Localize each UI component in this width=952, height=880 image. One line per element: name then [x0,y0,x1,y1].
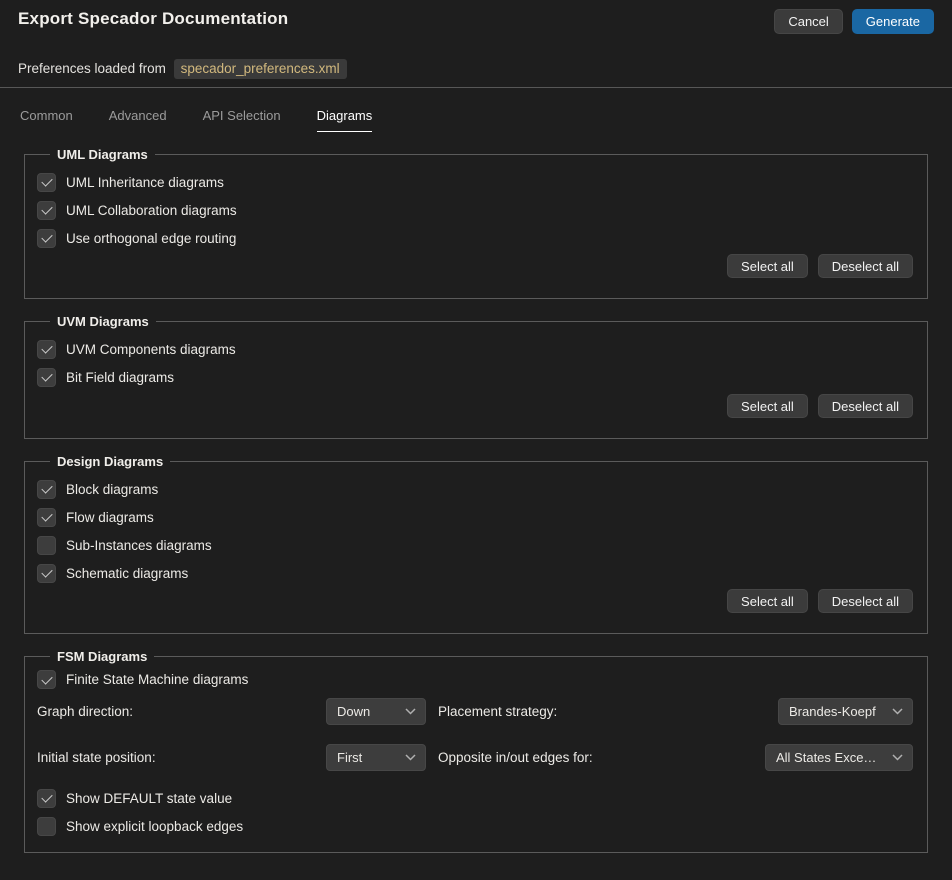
checkbox-sub-instances-diagrams[interactable] [37,536,56,555]
section-uvm-diagrams: UVM Diagrams UVM Components diagrams Bit… [24,314,928,439]
checkbox-row-schematic[interactable]: Schematic diagrams [37,559,913,587]
checkbox-row-block[interactable]: Block diagrams [37,475,913,503]
checkbox-row-orthogonal-routing[interactable]: Use orthogonal edge routing [37,224,913,252]
checkbox-row-fsm[interactable]: Finite State Machine diagrams [37,670,913,689]
checkbox-bit-field[interactable] [37,368,56,387]
checkbox-label: Flow diagrams [66,510,154,525]
checkbox-label: UML Inheritance diagrams [66,175,224,190]
placement-strategy-label: Placement strategy: [438,704,557,719]
fsm-options-row-2: Initial state position: First Opposite i… [37,744,913,771]
checkbox-label: Bit Field diagrams [66,370,174,385]
initial-state-position-label: Initial state position: [37,750,326,765]
checkbox-row-uml-collaboration[interactable]: UML Collaboration diagrams [37,196,913,224]
checkbox-flow-diagrams[interactable] [37,508,56,527]
uml-button-row: Select all Deselect all [37,254,913,278]
preferences-line: Preferences loaded from specador_prefere… [0,34,952,76]
tab-advanced[interactable]: Advanced [109,108,167,132]
select-value: Down [337,704,370,719]
checkbox-label: Finite State Machine diagrams [66,672,248,687]
uml-select-all-button[interactable]: Select all [727,254,808,278]
checkbox-label: Block diagrams [66,482,158,497]
checkbox-orthogonal-routing[interactable] [37,229,56,248]
checkbox-schematic-diagrams[interactable] [37,564,56,583]
checkbox-row-show-loopback-edges[interactable]: Show explicit loopback edges [37,812,913,840]
select-value: First [337,750,362,765]
section-uml-diagrams: UML Diagrams UML Inheritance diagrams UM… [24,147,928,299]
checkbox-show-loopback-edges[interactable] [37,817,56,836]
uml-deselect-all-button[interactable]: Deselect all [818,254,913,278]
page-title: Export Specador Documentation [18,9,288,29]
graph-direction-select[interactable]: Down [326,698,426,725]
checkbox-uml-inheritance[interactable] [37,173,56,192]
section-uvm-title: UVM Diagrams [50,314,156,329]
graph-direction-label: Graph direction: [37,704,326,719]
checkbox-label: UVM Components diagrams [66,342,236,357]
uvm-select-all-button[interactable]: Select all [727,394,808,418]
checkbox-row-sub-instances[interactable]: Sub-Instances diagrams [37,531,913,559]
checkbox-show-default-state[interactable] [37,789,56,808]
checkbox-label: Schematic diagrams [66,566,188,581]
chevron-down-icon [405,754,416,761]
checkbox-row-bit-field[interactable]: Bit Field diagrams [37,363,913,391]
checkbox-uml-collaboration[interactable] [37,201,56,220]
design-select-all-button[interactable]: Select all [727,589,808,613]
tab-bar: Common Advanced API Selection Diagrams [0,88,952,132]
opposite-edges-select[interactable]: All States Exce… [765,744,913,771]
checkbox-row-uml-inheritance[interactable]: UML Inheritance diagrams [37,168,913,196]
checkbox-row-show-default-state[interactable]: Show DEFAULT state value [37,784,913,812]
checkbox-label: Use orthogonal edge routing [66,231,236,246]
tab-diagrams[interactable]: Diagrams [317,108,373,132]
preferences-loaded-text: Preferences loaded from [18,61,166,76]
opposite-edges-label: Opposite in/out edges for: [438,750,593,765]
tab-common[interactable]: Common [20,108,73,132]
section-design-diagrams: Design Diagrams Block diagrams Flow diag… [24,454,928,634]
design-deselect-all-button[interactable]: Deselect all [818,589,913,613]
dialog-header: Export Specador Documentation Cancel Gen… [0,0,952,34]
select-value: All States Exce… [776,750,876,765]
header-actions: Cancel Generate [774,9,934,34]
design-button-row: Select all Deselect all [37,589,913,613]
uvm-deselect-all-button[interactable]: Deselect all [818,394,913,418]
section-fsm-title: FSM Diagrams [50,649,154,664]
section-uml-title: UML Diagrams [50,147,155,162]
cancel-button[interactable]: Cancel [774,9,842,34]
section-fsm-diagrams: FSM Diagrams Finite State Machine diagra… [24,649,928,853]
checkbox-label: Show explicit loopback edges [66,819,243,834]
tab-api-selection[interactable]: API Selection [203,108,281,132]
chevron-down-icon [892,754,903,761]
chevron-down-icon [892,708,903,715]
fsm-footer-checkboxes: Show DEFAULT state value Show explicit l… [37,784,913,840]
placement-strategy-select[interactable]: Brandes-Koepf [778,698,913,725]
checkbox-uvm-components[interactable] [37,340,56,359]
checkbox-label: Sub-Instances diagrams [66,538,212,553]
checkbox-row-uvm-components[interactable]: UVM Components diagrams [37,335,913,363]
checkbox-label: UML Collaboration diagrams [66,203,237,218]
fsm-options-row-1: Graph direction: Down Placement strategy… [37,698,913,725]
uvm-button-row: Select all Deselect all [37,394,913,418]
checkbox-block-diagrams[interactable] [37,480,56,499]
checkbox-fsm-diagrams[interactable] [37,670,56,689]
section-design-title: Design Diagrams [50,454,170,469]
select-value: Brandes-Koepf [789,704,876,719]
preferences-file-badge: specador_preferences.xml [174,59,347,79]
checkbox-row-flow[interactable]: Flow diagrams [37,503,913,531]
checkbox-label: Show DEFAULT state value [66,791,232,806]
initial-state-position-select[interactable]: First [326,744,426,771]
chevron-down-icon [405,708,416,715]
generate-button[interactable]: Generate [852,9,934,34]
